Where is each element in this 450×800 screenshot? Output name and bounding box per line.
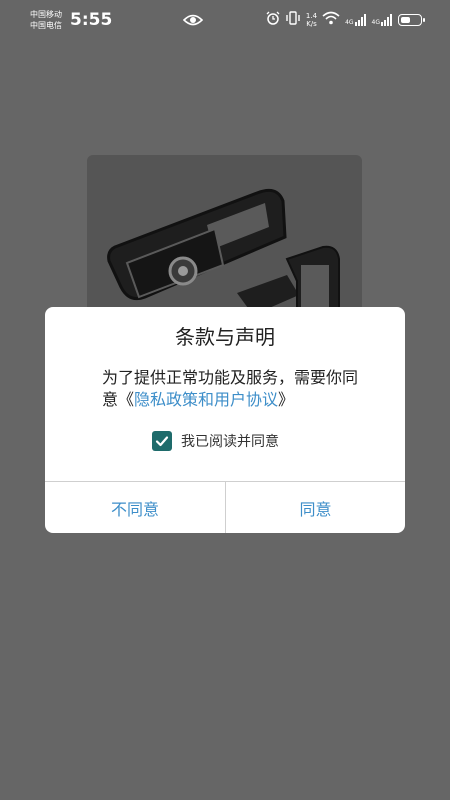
wifi-icon: [322, 10, 340, 29]
carrier-2: 中国电信: [30, 21, 62, 30]
speed-value: 1.4: [305, 11, 318, 20]
carrier-1: 中国移动: [30, 10, 62, 19]
signal-group-1: 4G: [345, 13, 366, 26]
vibrate-icon: [285, 10, 301, 29]
signal-icon: [381, 13, 392, 26]
network-type-1: 4G: [345, 18, 354, 26]
privacy-policy-link[interactable]: 隐私政策和用户协议: [134, 390, 278, 409]
check-icon: [155, 436, 169, 447]
battery-icon: [398, 13, 425, 26]
alarm-icon: [266, 10, 280, 29]
eye-icon: [182, 12, 204, 31]
carrier-info: 中国移动 中国电信: [30, 9, 62, 31]
message-suffix: 》: [278, 390, 295, 409]
status-icons: 1.4 K/s 4G 4G: [266, 10, 425, 29]
terms-dialog: 条款与声明 为了提供正常功能及服务，需要你同意《隐私政策和用户协议》 我已阅读并…: [45, 307, 405, 533]
network-speed: 1.4 K/s: [306, 12, 317, 28]
speed-unit: K/s: [306, 19, 317, 28]
agree-checkbox[interactable]: [152, 431, 172, 451]
agree-row[interactable]: 我已阅读并同意: [152, 431, 279, 451]
network-type-2: 4G: [371, 18, 380, 26]
battery-level: [401, 16, 411, 23]
agree-button[interactable]: 同意: [226, 482, 405, 533]
signal-group-2: 4G: [371, 13, 393, 26]
status-bar: 中国移动 中国电信 5:55 1.4 K/s 4G 4G: [0, 0, 450, 40]
clock: 5:55: [70, 10, 113, 30]
disagree-button[interactable]: 不同意: [45, 482, 225, 533]
agree-label: 我已阅读并同意: [181, 434, 279, 450]
dialog-title: 条款与声明: [175, 325, 275, 349]
signal-icon: [354, 13, 366, 26]
dialog-message: 为了提供正常功能及服务，需要你同意《隐私政策和用户协议》: [102, 367, 364, 411]
